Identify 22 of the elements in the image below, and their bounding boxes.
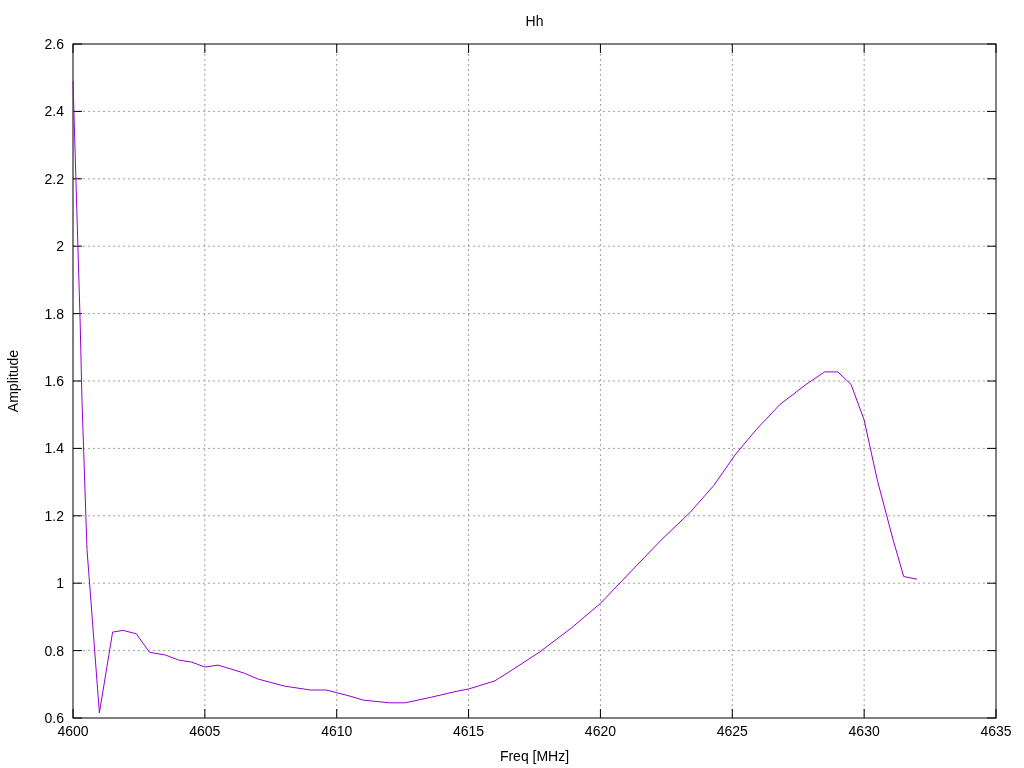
y-tick-label: 1.4 <box>44 440 64 457</box>
y-tick-label: 0.8 <box>44 642 64 659</box>
x-tick-label: 4600 <box>57 723 89 739</box>
y-tick-label: 1.6 <box>44 373 64 389</box>
x-tick-label: 4615 <box>453 723 485 739</box>
x-tick-label: 4620 <box>584 723 616 739</box>
x-tick-label: 4630 <box>848 723 880 739</box>
y-tick-label: 2 <box>56 238 64 255</box>
chart-title: Hh <box>525 13 544 29</box>
y-tick-label: 2.6 <box>44 36 64 52</box>
x-axis-label: Freq [MHz] <box>499 748 570 764</box>
y-tick-label: 2.4 <box>44 103 64 120</box>
y-tick-label: 0.6 <box>44 710 64 726</box>
x-tick-label: 4610 <box>321 723 353 739</box>
y-tick-label: 1.2 <box>44 507 64 524</box>
x-tick-label: 4605 <box>189 723 221 739</box>
y-axis-label: Amplitude <box>5 349 21 413</box>
y-tick-label: 2.2 <box>44 170 64 187</box>
x-tick-label: 4635 <box>980 723 1012 739</box>
x-tick-label: 4625 <box>716 723 748 739</box>
y-tick-label: 1 <box>56 575 64 592</box>
y-tick-label: 1.8 <box>44 305 64 322</box>
